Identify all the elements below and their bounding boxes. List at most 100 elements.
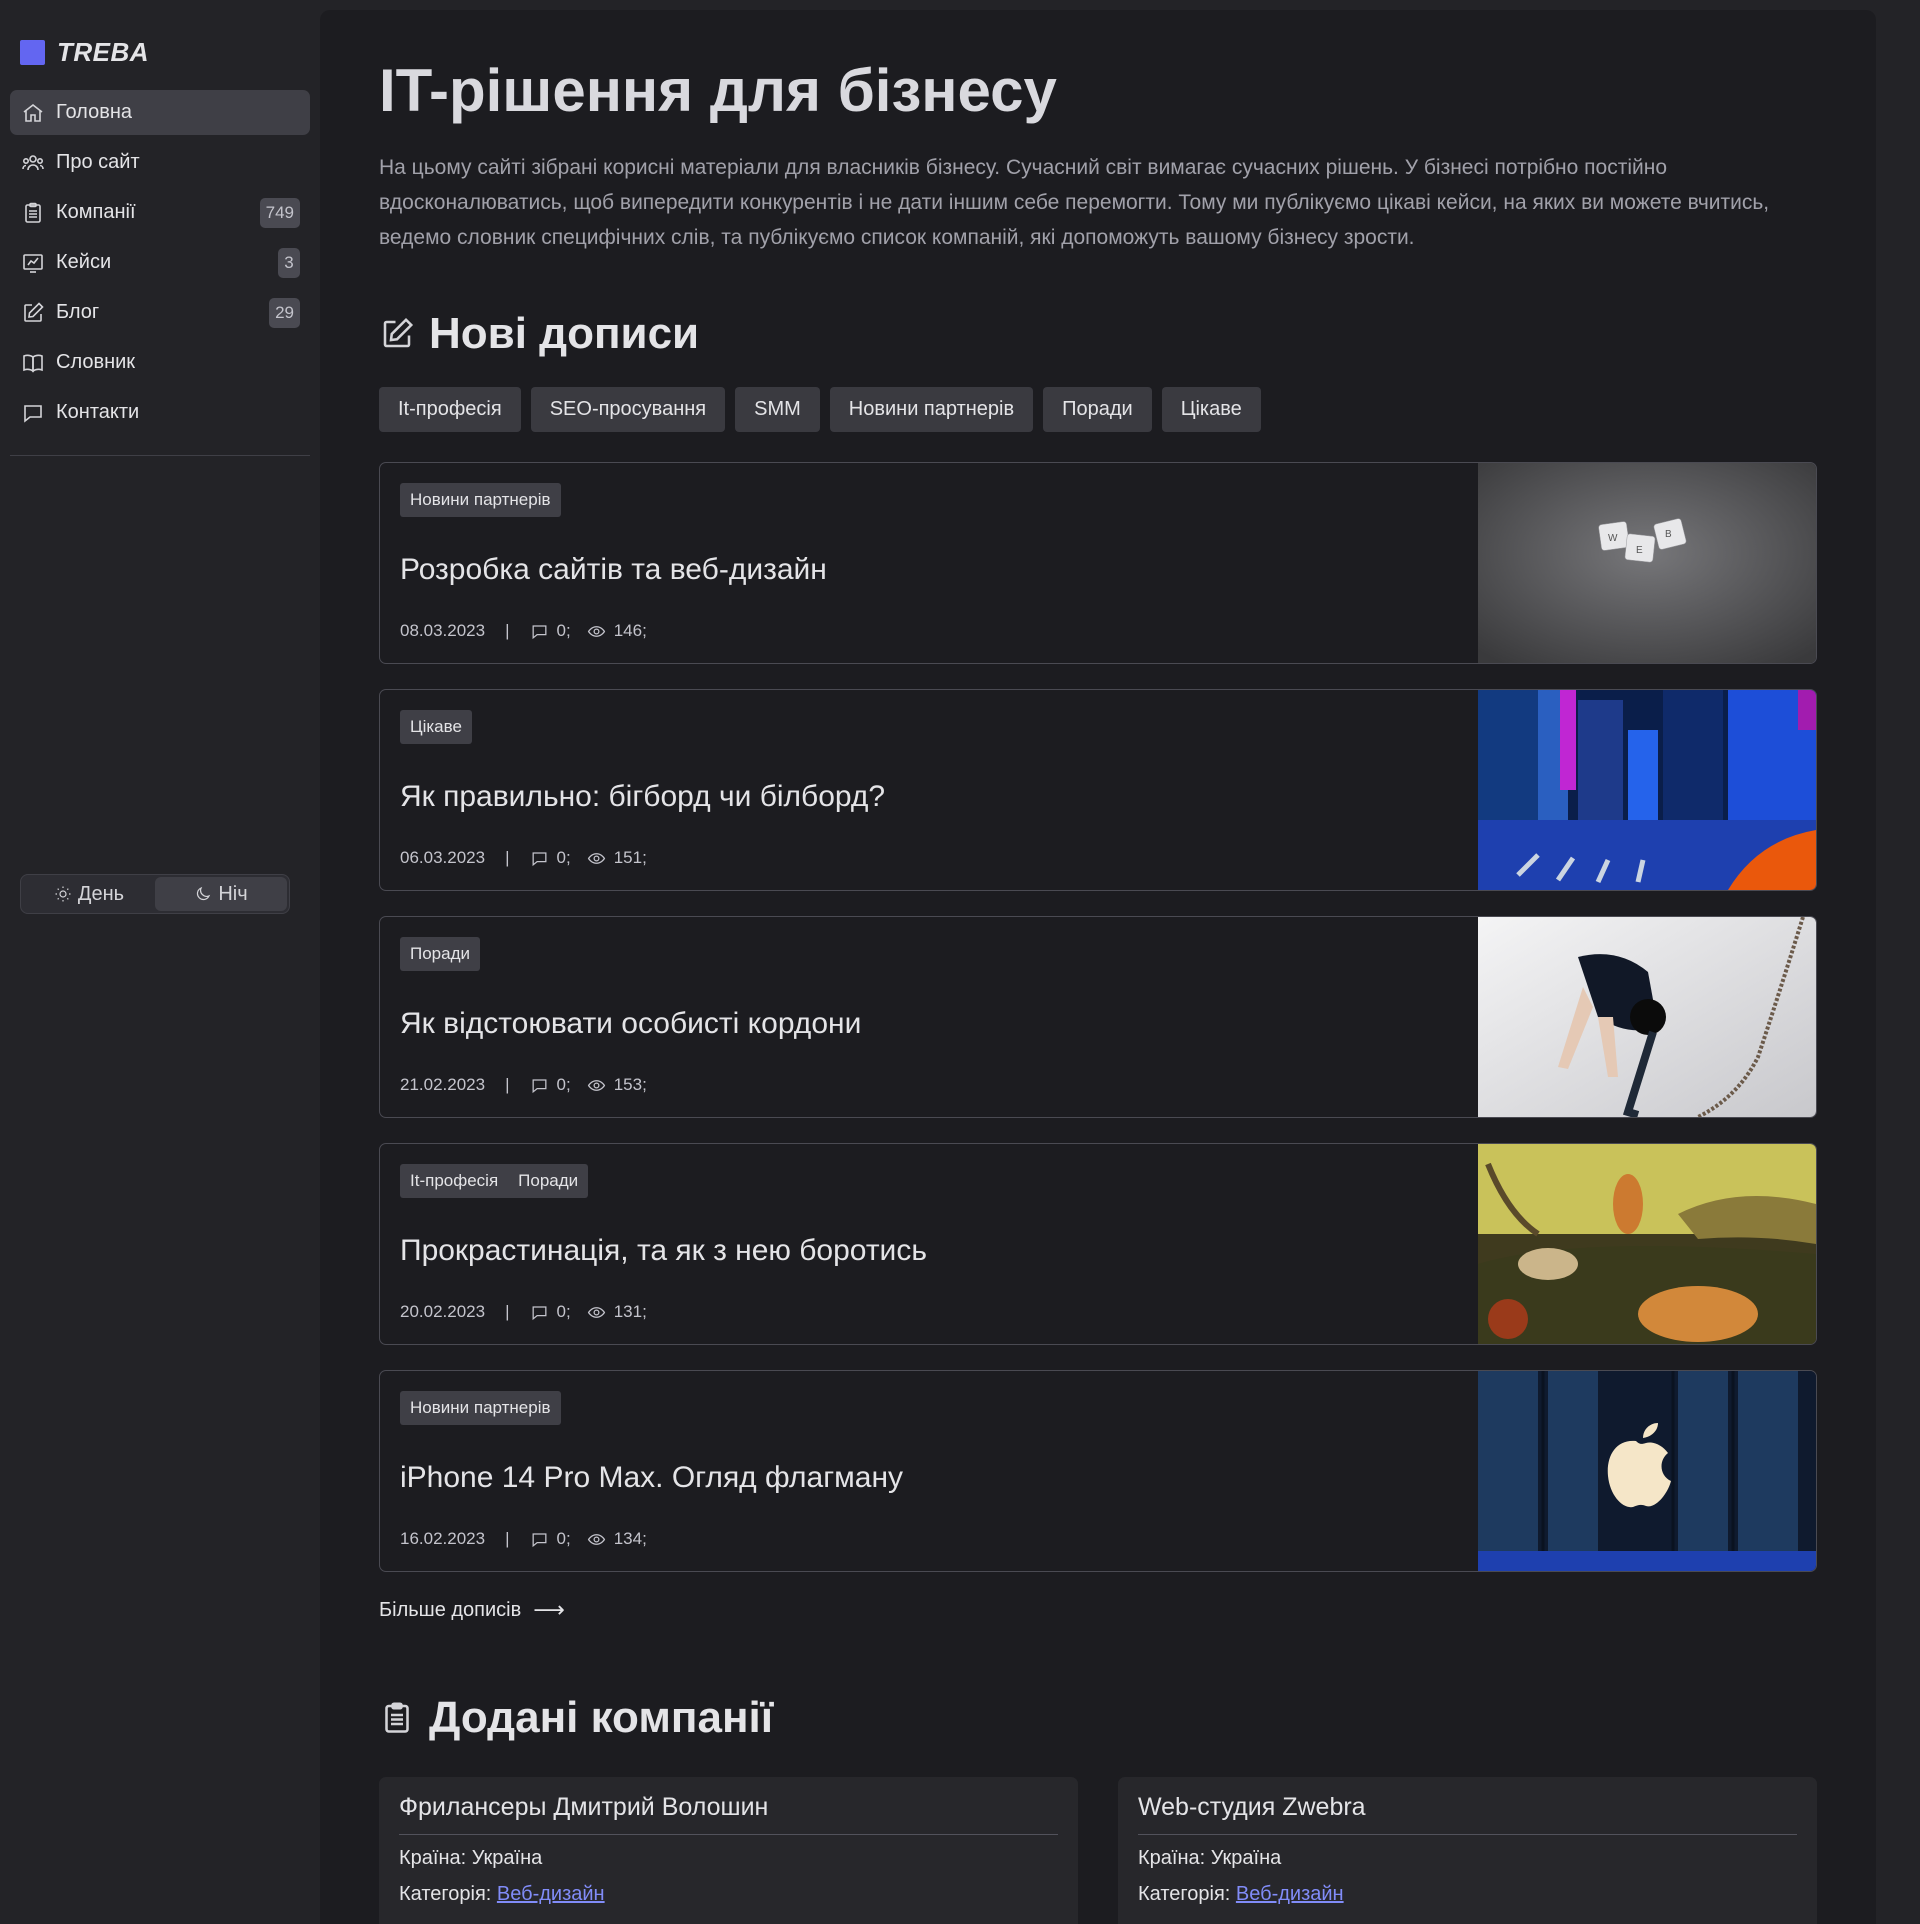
post-date: 20.02.2023 — [400, 1302, 486, 1321]
post-image[interactable] — [1478, 917, 1816, 1117]
post-image[interactable] — [1478, 690, 1816, 890]
more-posts-label: Більше дописів — [379, 1598, 522, 1621]
tag-interesting[interactable]: Цікаве — [1161, 387, 1261, 432]
post-tag[interactable]: Поради — [410, 944, 470, 964]
company-name[interactable]: Web-студия Zwebra — [1138, 1793, 1797, 1835]
tag-tips[interactable]: Поради — [1043, 387, 1152, 432]
category-tags: It-професія SEO-просування SMM Новини па… — [379, 387, 1817, 432]
post-tag[interactable]: Новини партнерів — [410, 1398, 551, 1418]
sidebar-nav: Головна Про сайт Компанії 749 Кейси 3 Бл… — [10, 90, 310, 435]
comment-icon — [532, 1532, 546, 1547]
intro-text: На цьому сайті зібрані корисні матеріали… — [379, 156, 1770, 249]
moon-icon — [197, 886, 211, 901]
view-count: 153; — [613, 1075, 647, 1094]
post-tag[interactable]: Цікаве — [410, 717, 462, 737]
sidebar-item-label: Контакти — [56, 401, 140, 423]
company-card[interactable]: Web-студия Zwebra Країна: Україна Катего… — [1118, 1777, 1817, 1924]
post-tag[interactable]: Поради — [518, 1171, 578, 1191]
sidebar-item-label: Компанії — [56, 201, 136, 223]
post-tag[interactable]: It-професія — [410, 1171, 498, 1191]
view-count: 146; — [613, 621, 647, 640]
count-badge: 29 — [269, 297, 300, 328]
svg-text:W: W — [1608, 533, 1618, 544]
sidebar-item-label: Кейси — [56, 251, 112, 273]
edit-icon — [383, 317, 414, 348]
sidebar-item-about[interactable]: Про сайт — [10, 140, 310, 185]
post-body: Новини партнерів Розробка сайтів та веб-… — [380, 463, 1478, 663]
post-title[interactable]: iPhone 14 Pro Max. Огляд флагману — [400, 1461, 1458, 1495]
post-image[interactable] — [1478, 1144, 1816, 1344]
post-body: Цікаве Як правильно: бігборд чи білборд?… — [380, 690, 1478, 890]
tag-smm[interactable]: SMM — [735, 387, 820, 432]
post-date: 16.02.2023 — [400, 1529, 486, 1548]
country-label: Країна: — [399, 1847, 467, 1869]
post-title[interactable]: Як правильно: бігборд чи білборд? — [400, 780, 1458, 814]
section-title: Нові дописи — [429, 309, 700, 358]
comment-icon — [532, 624, 546, 639]
sidebar-item-contacts[interactable]: Контакти — [10, 390, 310, 435]
theme-night-button[interactable]: Ніч — [155, 877, 287, 911]
post-image[interactable]: W E B — [1478, 463, 1816, 663]
post-card[interactable]: Новини партнерів Розробка сайтів та веб-… — [379, 462, 1817, 664]
comment-count: 0; — [556, 1075, 571, 1094]
company-name[interactable]: Фрилансеры Дмитрий Волошин — [399, 1793, 1058, 1835]
post-title[interactable]: Розробка сайтів та веб-дизайн — [400, 553, 1458, 587]
sidebar-item-home[interactable]: Головна — [10, 90, 310, 135]
home-icon — [20, 100, 46, 126]
comment-count: 0; — [556, 621, 571, 640]
post-date: 08.03.2023 — [400, 621, 486, 640]
svg-text:B: B — [1665, 529, 1672, 540]
more-posts-link[interactable]: Більше дописів ⟶ — [379, 1597, 1817, 1623]
post-tags: Новини партнерів — [400, 483, 561, 517]
post-body: Новини партнерів iPhone 14 Pro Max. Огля… — [380, 1371, 1478, 1571]
eye-icon — [587, 1079, 605, 1091]
post-date: 21.02.2023 — [400, 1075, 486, 1094]
post-title[interactable]: Як відстоювати особисті кордони — [400, 1007, 1458, 1041]
sidebar-item-dictionary[interactable]: Словник — [10, 340, 310, 385]
meta-separator: | — [505, 1529, 510, 1548]
sidebar-divider — [10, 455, 310, 456]
sidebar-item-label: Про сайт — [56, 151, 140, 173]
post-title[interactable]: Прокрастинація, та як з нею боротись — [400, 1234, 1458, 1268]
logo[interactable]: TREBA — [10, 0, 310, 104]
theme-day-button[interactable]: День — [23, 877, 155, 911]
comment-icon — [532, 1078, 546, 1093]
sidebar-item-blog[interactable]: Блог 29 — [10, 290, 310, 335]
comment-icon — [532, 851, 546, 866]
post-list: Новини партнерів Розробка сайтів та веб-… — [379, 462, 1817, 1572]
eye-icon — [587, 1533, 605, 1545]
category-link[interactable]: Веб-дизайн — [497, 1883, 605, 1905]
tag-it-profession[interactable]: It-професія — [379, 387, 521, 432]
post-tags: Цікаве — [400, 710, 472, 744]
logo-mark — [20, 39, 45, 65]
sidebar-item-label: Блог — [56, 301, 100, 323]
country-value: Україна — [1210, 1847, 1282, 1869]
post-meta: 08.03.2023 | 0; 146; — [400, 621, 647, 641]
sidebar-item-companies[interactable]: Компанії 749 — [10, 190, 310, 235]
post-card[interactable]: Поради Як відстоювати особисті кордони 2… — [379, 916, 1817, 1118]
sidebar-item-cases[interactable]: Кейси 3 — [10, 240, 310, 285]
tag-seo[interactable]: SEO-просування — [530, 387, 726, 432]
tag-partner-news[interactable]: Новини партнерів — [829, 387, 1034, 432]
post-tag[interactable]: Новини партнерів — [410, 490, 551, 510]
eye-icon — [587, 852, 605, 864]
comment-icon — [532, 1305, 546, 1320]
comment-count: 0; — [556, 1302, 571, 1321]
category-label: Категорія: — [399, 1883, 492, 1905]
post-card[interactable]: Новини партнерів iPhone 14 Pro Max. Огля… — [379, 1370, 1817, 1572]
view-count: 134; — [613, 1529, 647, 1548]
post-meta: 21.02.2023 | 0; 153; — [400, 1075, 647, 1095]
post-image[interactable] — [1478, 1371, 1816, 1571]
post-meta: 06.03.2023 | 0; 151; — [400, 848, 647, 868]
company-country: Країна: Україна — [1138, 1845, 1797, 1871]
post-tags: Поради — [400, 937, 480, 971]
meta-separator: | — [505, 621, 510, 640]
category-link[interactable]: Веб-дизайн — [1236, 1883, 1344, 1905]
theme-day-label: День — [77, 882, 125, 905]
company-card[interactable]: Фрилансеры Дмитрий Волошин Країна: Украї… — [379, 1777, 1078, 1924]
sidebar-item-label: Головна — [56, 101, 132, 123]
post-date: 06.03.2023 — [400, 848, 486, 867]
users-icon — [20, 150, 46, 176]
post-card[interactable]: It-професія Поради Прокрастинація, та як… — [379, 1143, 1817, 1345]
post-card[interactable]: Цікаве Як правильно: бігборд чи білборд?… — [379, 689, 1817, 891]
